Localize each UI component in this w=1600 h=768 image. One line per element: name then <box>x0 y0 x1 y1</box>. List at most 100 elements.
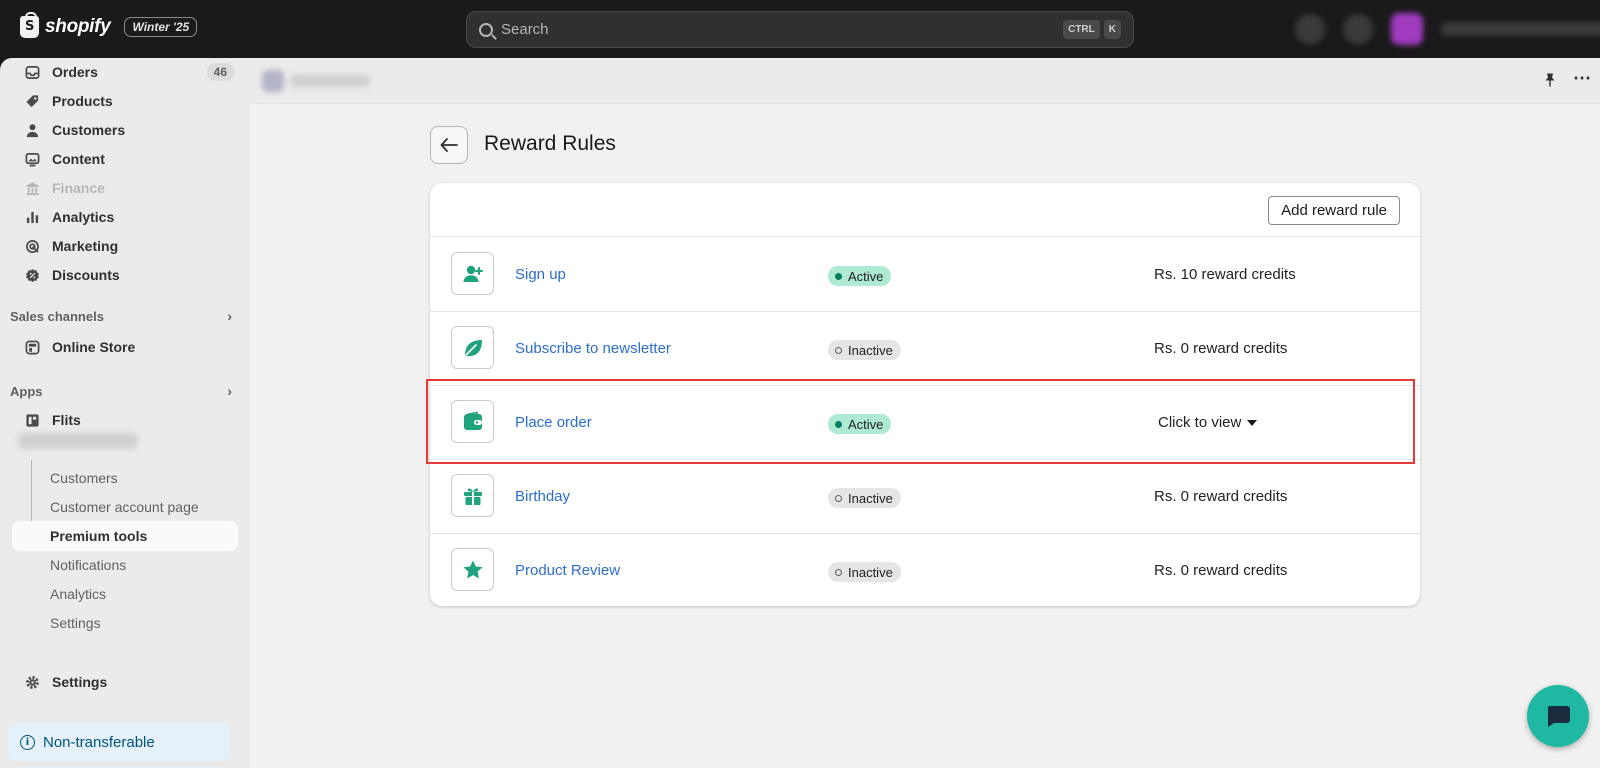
sidebar-item-label: Discounts <box>52 267 120 283</box>
chat-icon <box>1547 706 1570 727</box>
status-dot <box>835 494 842 502</box>
sidebar-item-label: Marketing <box>52 238 119 254</box>
shopify-bag-icon <box>20 12 39 38</box>
shortcut-key-ctrl: CTRL <box>1063 20 1100 39</box>
avatar[interactable] <box>1391 13 1423 45</box>
apps-label: Apps <box>10 383 43 399</box>
discount-icon <box>24 267 40 283</box>
more-options-icon[interactable]: ⋯ <box>1573 68 1592 89</box>
sidebar-item-products[interactable]: Products <box>12 87 238 115</box>
reward-value: Rs. 0 reward credits <box>1154 562 1288 579</box>
top-bar: shopify Winter '25 CTRL K <box>0 0 1600 58</box>
person-icon <box>24 122 40 138</box>
card-header: Add reward rule <box>430 183 1420 237</box>
subitem-settings[interactable]: Settings <box>12 608 238 638</box>
sidebar-item-label: Online Store <box>52 339 136 355</box>
sidebar-item-orders[interactable]: Orders 46 <box>12 58 238 86</box>
flits-app-icon <box>24 412 40 428</box>
chevron-right-icon[interactable]: › <box>227 308 232 324</box>
reward-rules-card: Add reward rule Sign up Active Rs. 10 re… <box>430 183 1420 606</box>
tag-icon <box>24 93 40 109</box>
subitem-premium-tools[interactable]: Premium tools <box>12 521 238 551</box>
click-to-view-label: Click to view <box>1158 414 1242 431</box>
bar-chart-icon <box>24 209 40 225</box>
rule-name-link[interactable]: Place order <box>515 414 592 431</box>
sidebar-item-settings[interactable]: Settings <box>12 668 238 696</box>
status-badge: Active <box>828 414 892 434</box>
sidebar-item-label: Customers <box>52 122 126 138</box>
sidebar-item-flits[interactable]: Flits <box>12 406 238 434</box>
rule-row-sign-up[interactable]: Sign up Active Rs. 10 reward credits <box>430 238 1420 312</box>
rule-name-link[interactable]: Birthday <box>515 488 570 505</box>
back-button[interactable] <box>430 126 468 164</box>
main-content: ⋯ Reward Rules Add reward rule Sign up A… <box>250 58 1600 768</box>
status-label: Active <box>848 268 884 284</box>
sidebar-item-customers[interactable]: Customers <box>12 116 238 144</box>
app-icon-blurred <box>262 70 284 92</box>
rule-name-link[interactable]: Subscribe to newsletter <box>515 340 671 357</box>
subitem-customer-account-page[interactable]: Customer account page <box>12 492 238 522</box>
sidebar-item-label: Settings <box>52 674 108 690</box>
sales-channels-header[interactable]: Sales channels › <box>10 306 238 326</box>
rule-row-subscribe-newsletter[interactable]: Subscribe to newsletter Inactive Rs. 0 r… <box>430 312 1420 386</box>
subitem-customers[interactable]: Customers <box>12 463 238 493</box>
chevron-right-icon[interactable]: › <box>227 383 232 399</box>
store-icon <box>24 339 40 355</box>
sidebar-item-analytics[interactable]: Analytics <box>12 203 238 231</box>
reward-value: Rs. 0 reward credits <box>1154 488 1288 505</box>
edition-badge[interactable]: Winter '25 <box>124 17 198 37</box>
subitem-notifications[interactable]: Notifications <box>12 550 238 580</box>
sidebar-item-content[interactable]: Content <box>12 145 238 173</box>
page-title: Reward Rules <box>484 132 616 155</box>
store-name[interactable] <box>1441 22 1600 36</box>
sidebar: Orders 46 Products Customers Content Fin… <box>0 58 250 768</box>
status-badge: Inactive <box>828 562 901 582</box>
sidebar-item-marketing[interactable]: Marketing <box>12 232 238 260</box>
sidebar-item-label: Products <box>52 93 113 109</box>
pin-icon[interactable] <box>1542 72 1560 90</box>
app-header-bar: ⋯ <box>250 58 1600 104</box>
arrow-left-icon <box>440 138 458 152</box>
rule-row-product-review[interactable]: Product Review Inactive Rs. 0 reward cre… <box>430 534 1420 606</box>
add-reward-rule-button[interactable]: Add reward rule <box>1268 196 1400 225</box>
rule-row-birthday[interactable]: Birthday Inactive Rs. 0 reward credits <box>430 460 1420 534</box>
search-input[interactable] <box>501 21 1060 38</box>
search-bar[interactable]: CTRL K <box>466 11 1134 48</box>
sidebar-item-label: Flits <box>52 412 81 428</box>
apps-header[interactable]: Apps › <box>10 381 238 401</box>
subitem-analytics[interactable]: Analytics <box>12 579 238 609</box>
gear-icon <box>24 674 40 690</box>
status-label: Inactive <box>848 342 893 358</box>
image-icon <box>24 151 40 167</box>
rule-row-place-order[interactable]: Place order Active Click to view <box>430 386 1420 460</box>
bank-icon <box>24 180 40 196</box>
sidebar-item-label: Finance <box>52 180 105 196</box>
brand-name: shopify <box>45 16 111 37</box>
non-transferable-notice[interactable]: i Non-transferable <box>8 723 230 761</box>
status-dot <box>835 420 842 428</box>
status-dot <box>835 568 842 576</box>
chat-button[interactable] <box>1527 685 1589 747</box>
notifications-icon[interactable] <box>1343 14 1373 44</box>
notice-label: Non-transferable <box>43 733 155 751</box>
sidebar-item-online-store[interactable]: Online Store <box>12 333 238 361</box>
setup-guide-icon[interactable] <box>1295 14 1325 44</box>
sidebar-item-label: Content <box>52 151 105 167</box>
status-dot <box>835 272 842 280</box>
caret-down-icon <box>1247 419 1258 426</box>
shopify-logo[interactable]: shopify Winter '25 <box>20 12 198 38</box>
status-dot <box>835 346 842 354</box>
sidebar-item-label: Analytics <box>52 209 115 225</box>
click-to-view-dropdown[interactable]: Click to view <box>1158 414 1258 431</box>
rule-name-link[interactable]: Product Review <box>515 562 620 579</box>
sidebar-item-finance[interactable]: Finance <box>12 174 238 202</box>
account-area <box>1295 13 1600 45</box>
sidebar-item-discounts[interactable]: Discounts <box>12 261 238 289</box>
app-name-blurred[interactable] <box>18 433 138 449</box>
rule-name-link[interactable]: Sign up <box>515 266 566 283</box>
star-icon <box>451 548 494 591</box>
user-add-icon <box>451 252 494 295</box>
info-icon: i <box>20 734 35 750</box>
status-label: Active <box>848 416 884 432</box>
reward-value: Rs. 0 reward credits <box>1154 340 1288 357</box>
